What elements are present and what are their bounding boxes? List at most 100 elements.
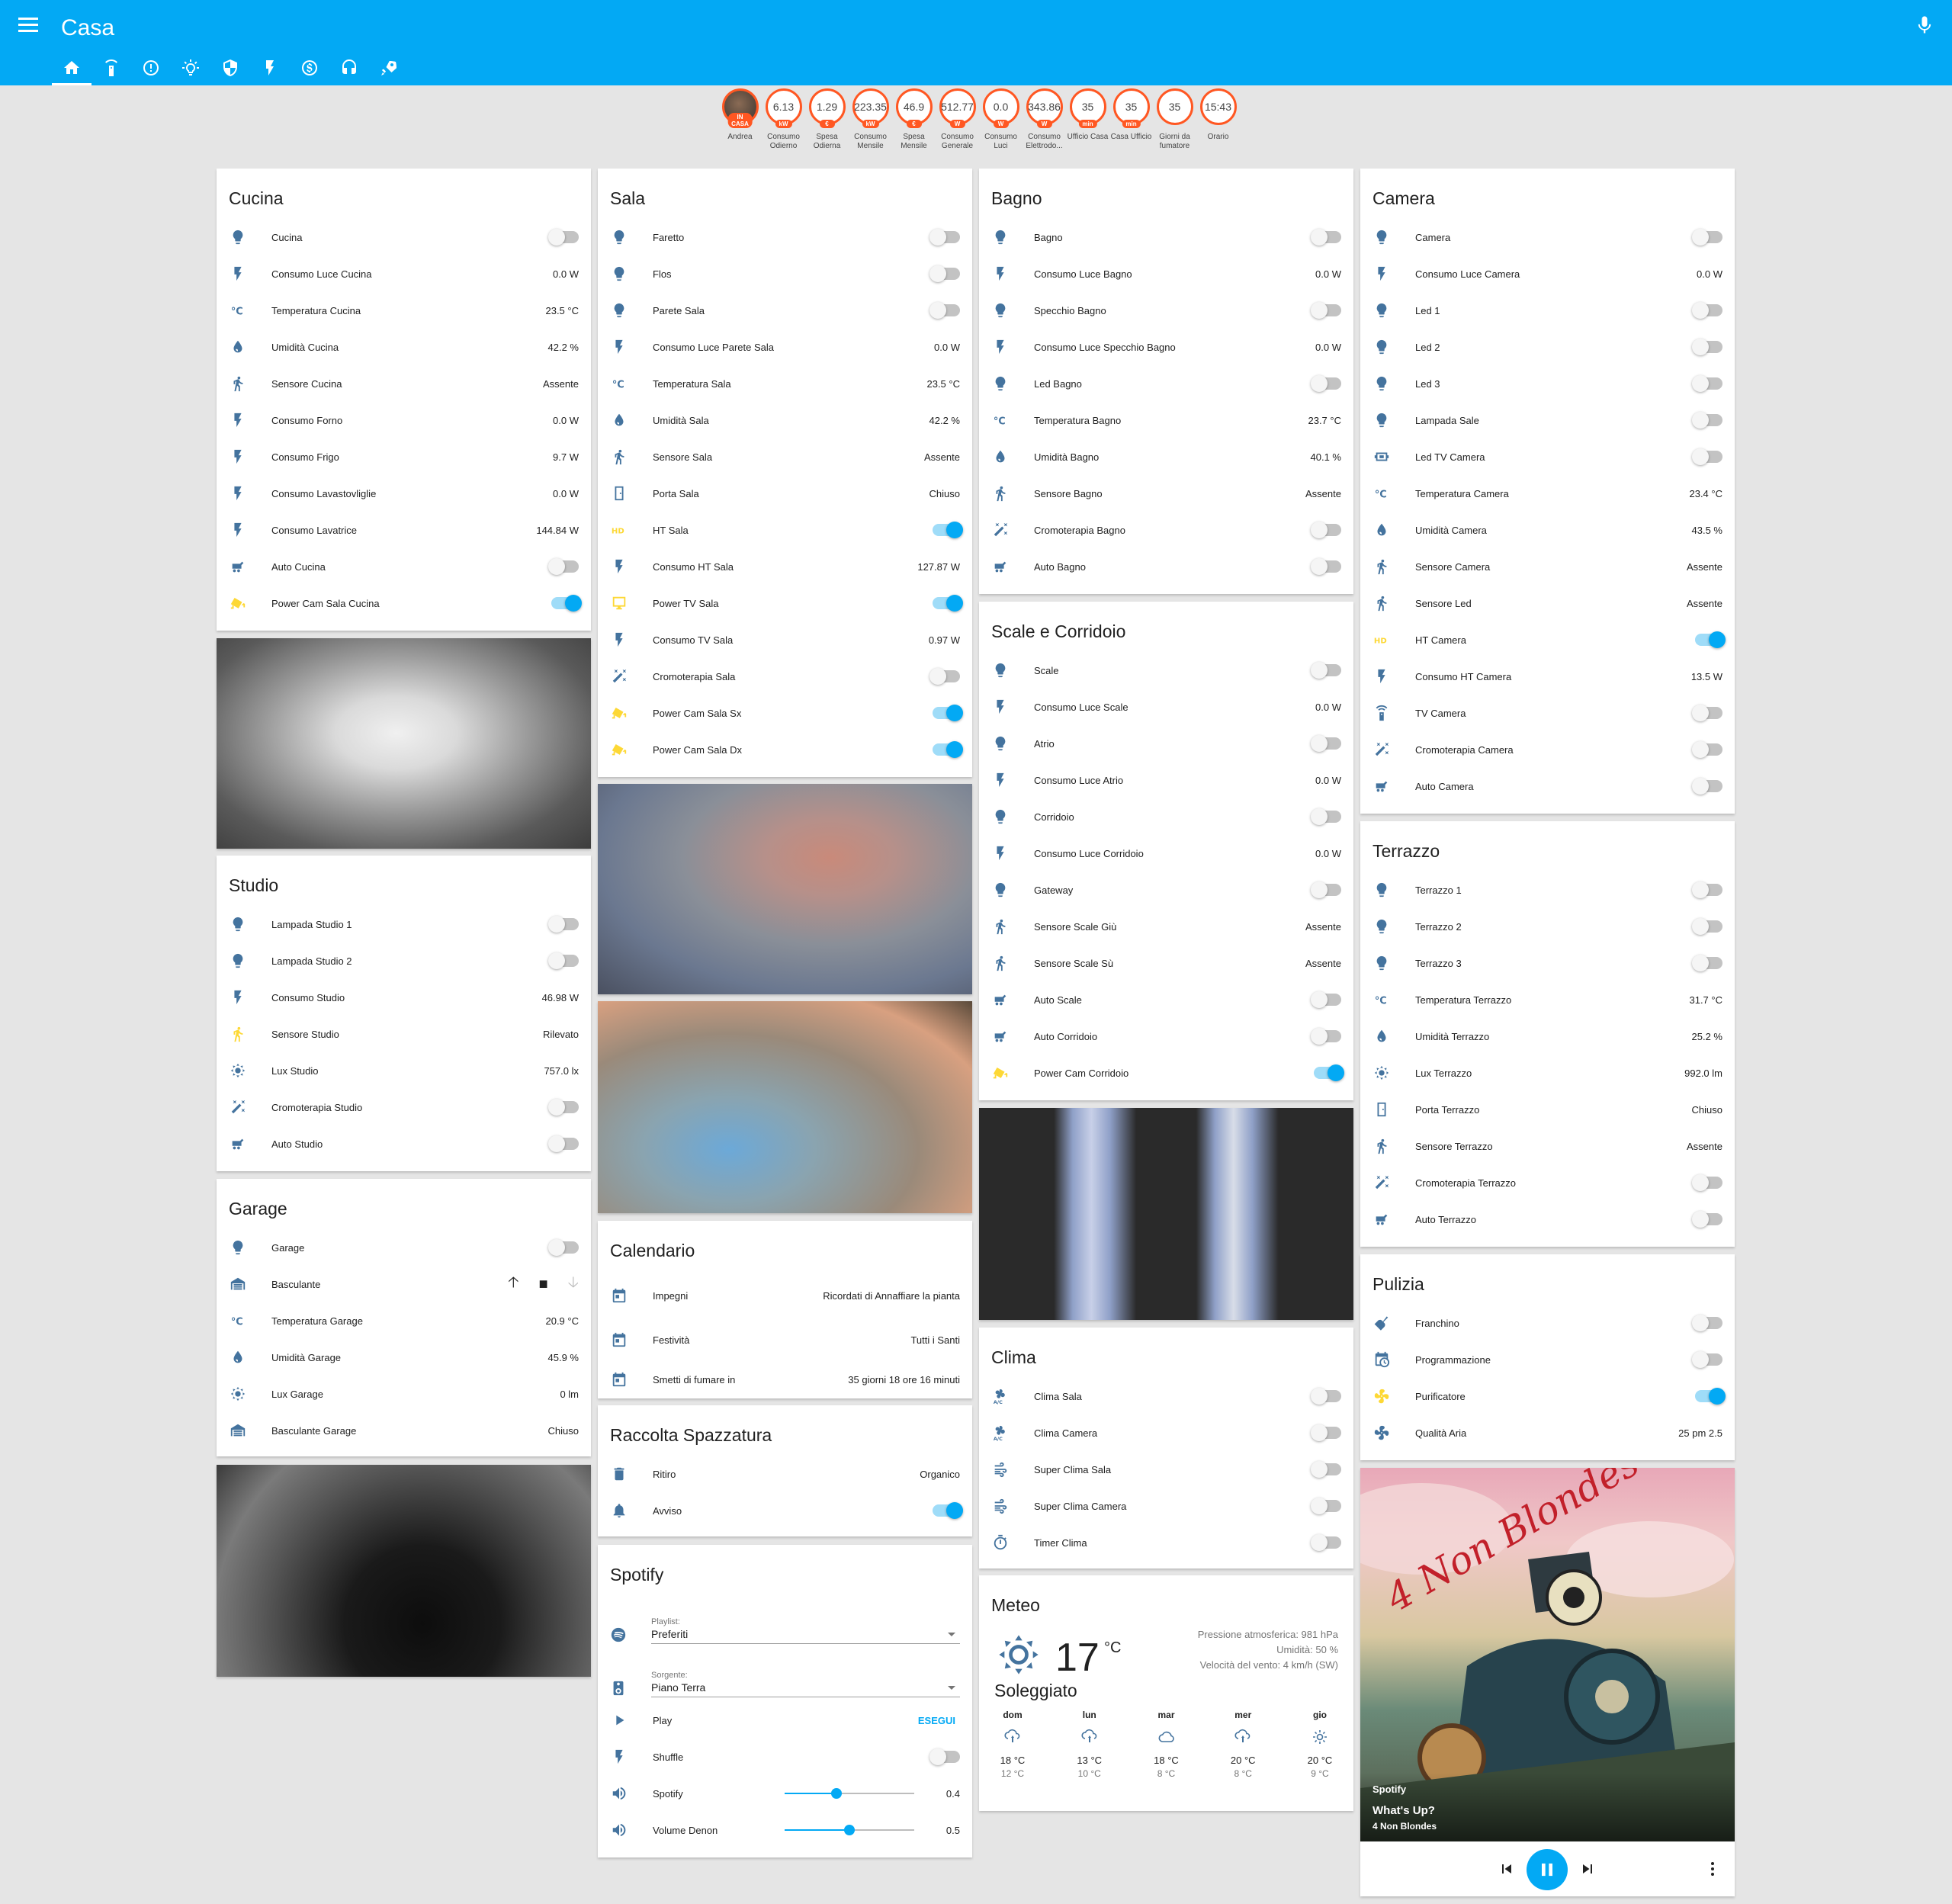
toggle-switch[interactable] xyxy=(1311,1424,1341,1441)
entity-row-parete-sala[interactable]: Parete Sala xyxy=(598,292,972,329)
toggle-switch[interactable] xyxy=(933,1502,963,1519)
toggle-switch[interactable] xyxy=(548,1099,579,1116)
toggle-switch[interactable] xyxy=(1311,1461,1341,1478)
entity-row-umidita-garage[interactable]: Umidità Garage 45.9 % xyxy=(217,1339,591,1376)
toggle-switch[interactable] xyxy=(1311,302,1341,319)
entity-row-consumo-luce-cucina[interactable]: Consumo Luce Cucina 0.0 W xyxy=(217,255,591,292)
state-badge[interactable]: 6.13 kW Consumo Odierno xyxy=(762,88,805,151)
entity-row-festivita[interactable]: Festività Tutti i Santi xyxy=(598,1320,972,1360)
toggle-switch[interactable] xyxy=(933,705,963,721)
entity-row-consumo-lavatrice[interactable]: Consumo Lavatrice 144.84 W xyxy=(217,512,591,548)
entity-row-timer-clima[interactable]: Timer Clima xyxy=(979,1524,1353,1561)
entity-row-ritiro[interactable]: Ritiro Organico xyxy=(598,1456,972,1492)
entity-row-consumo-luce-specchio-bagno[interactable]: Consumo Luce Specchio Bagno 0.0 W xyxy=(979,329,1353,365)
toggle-switch[interactable] xyxy=(548,952,579,969)
state-badge[interactable]: 223.35 kW Consumo Mensile xyxy=(849,88,892,151)
entity-row-corridoio[interactable]: Corridoio xyxy=(979,798,1353,835)
entity-row-umidita-terrazzo[interactable]: Umidità Terrazzo 25.2 % xyxy=(1360,1018,1735,1055)
tab-remote[interactable] xyxy=(92,50,131,85)
entity-row-bagno[interactable]: Bagno xyxy=(979,219,1353,255)
toggle-switch[interactable] xyxy=(1692,302,1722,319)
entity-row-cromoterapia-camera[interactable]: Cromoterapia Camera xyxy=(1360,731,1735,768)
entity-row-temperatura-terrazzo[interactable]: °C Temperatura Terrazzo 31.7 °C xyxy=(1360,981,1735,1018)
state-badge[interactable]: 46.9 € Spesa Mensile xyxy=(892,88,936,151)
toggle-switch[interactable] xyxy=(1692,918,1722,935)
next-track-icon[interactable] xyxy=(1578,1860,1597,1878)
arrow-up-icon[interactable]: 🡡 xyxy=(508,1271,518,1297)
entity-row-sensore-scale-su[interactable]: Sensore Scale Sù Assente xyxy=(979,945,1353,981)
entity-row-specchio-bagno[interactable]: Specchio Bagno xyxy=(979,292,1353,329)
entity-row-flos[interactable]: Flos xyxy=(598,255,972,292)
entity-row-led-3[interactable]: Led 3 xyxy=(1360,365,1735,402)
entity-row-cromoterapia-terrazzo[interactable]: Cromoterapia Terrazzo xyxy=(1360,1164,1735,1201)
toggle-switch[interactable] xyxy=(1311,1534,1341,1551)
entity-row-sensore-led[interactable]: Sensore Led Assente xyxy=(1360,585,1735,621)
entity-row-cromoterapia-sala[interactable]: Cromoterapia Sala xyxy=(598,658,972,695)
entity-row-lampada-studio-2[interactable]: Lampada Studio 2 xyxy=(217,942,591,979)
entity-row-lux-terrazzo[interactable]: Lux Terrazzo 992.0 lm xyxy=(1360,1055,1735,1091)
entity-row-auto-studio[interactable]: Auto Studio xyxy=(217,1125,591,1162)
microphone-icon[interactable] xyxy=(1914,14,1935,37)
entity-row-temperatura-camera[interactable]: °C Temperatura Camera 23.4 °C xyxy=(1360,475,1735,512)
tab-money[interactable] xyxy=(290,50,329,85)
toggle-switch[interactable] xyxy=(933,522,963,538)
entity-row-consumo-luce-bagno[interactable]: Consumo Luce Bagno 0.0 W xyxy=(979,255,1353,292)
state-badge[interactable]: IN CASA Andrea xyxy=(718,88,762,151)
toggle-switch[interactable] xyxy=(548,229,579,246)
state-badge[interactable]: 15:43 Orario xyxy=(1196,88,1240,151)
entity-row-terrazzo-1[interactable]: Terrazzo 1 xyxy=(1360,872,1735,908)
toggle-switch[interactable] xyxy=(548,916,579,933)
entity-row-super-clima-camera[interactable]: Super Clima Camera xyxy=(979,1488,1353,1524)
toggle-switch[interactable] xyxy=(929,1748,960,1765)
entity-row-auto-bagno[interactable]: Auto Bagno xyxy=(979,548,1353,585)
entity-row-umidita-bagno[interactable]: Umidità Bagno 40.1 % xyxy=(979,438,1353,475)
toggle-switch[interactable] xyxy=(929,229,960,246)
entity-row-programmazione[interactable]: Programmazione xyxy=(1360,1341,1735,1378)
toggle-switch[interactable] xyxy=(548,1135,579,1152)
toggle-switch[interactable] xyxy=(1692,1315,1722,1331)
toggle-switch[interactable] xyxy=(1692,339,1722,355)
toggle-switch[interactable] xyxy=(1692,778,1722,795)
camera-feed-sala-sx[interactable] xyxy=(598,784,972,994)
entity-row-consumo-ht-camera[interactable]: Consumo HT Camera 13.5 W xyxy=(1360,658,1735,695)
pause-button[interactable] xyxy=(1527,1849,1568,1890)
entity-row-auto-cucina[interactable]: Auto Cucina xyxy=(217,548,591,585)
entity-row-power-cam-sala-dx[interactable]: Power Cam Sala Dx xyxy=(598,731,972,768)
state-badge[interactable]: 343.86 W Consumo Elettrodo... xyxy=(1023,88,1066,151)
previous-track-icon[interactable] xyxy=(1498,1860,1516,1878)
toggle-switch[interactable] xyxy=(1692,881,1722,898)
state-badge[interactable]: 35 Giorni da fumatore xyxy=(1153,88,1196,151)
toggle-switch[interactable] xyxy=(929,302,960,319)
entity-row-auto-terrazzo[interactable]: Auto Terrazzo xyxy=(1360,1201,1735,1238)
entity-row-porta-sala[interactable]: Porta Sala Chiuso xyxy=(598,475,972,512)
entity-row-consumo-forno[interactable]: Consumo Forno 0.0 W xyxy=(217,402,591,438)
toggle-switch[interactable] xyxy=(1692,412,1722,429)
entity-row-basculante[interactable]: Basculante 🡡 ■ 🡣 xyxy=(217,1266,591,1302)
entity-row-lampada-studio-1[interactable]: Lampada Studio 1 xyxy=(217,906,591,942)
toggle-switch[interactable] xyxy=(1311,522,1341,538)
entity-row-purificatore[interactable]: Purificatore xyxy=(1360,1378,1735,1414)
toggle-switch[interactable] xyxy=(1692,1174,1722,1191)
state-badge[interactable]: 0.0 W Consumo Luci xyxy=(979,88,1023,151)
toggle-switch[interactable] xyxy=(1311,1498,1341,1514)
entity-row-sensore-studio[interactable]: Sensore Studio Rilevato xyxy=(217,1016,591,1052)
entity-row-consumo-luce-atrio[interactable]: Consumo Luce Atrio 0.0 W xyxy=(979,762,1353,798)
entity-row-power-cam-corridoio[interactable]: Power Cam Corridoio xyxy=(979,1055,1353,1091)
entity-row-consumo-ht-sala[interactable]: Consumo HT Sala 127.87 W xyxy=(598,548,972,585)
entity-row-cromoterapia-studio[interactable]: Cromoterapia Studio xyxy=(217,1089,591,1125)
entity-row-temperatura-sala[interactable]: °C Temperatura Sala 23.5 °C xyxy=(598,365,972,402)
entity-row-camera[interactable]: Camera xyxy=(1360,219,1735,255)
entity-row-power-cam-sala-cucina[interactable]: Power Cam Sala Cucina xyxy=(217,585,591,621)
toggle-switch[interactable] xyxy=(1692,1211,1722,1228)
state-badge[interactable]: 512.77 W Consumo Generale xyxy=(936,88,979,151)
tab-headphones[interactable] xyxy=(329,50,369,85)
entity-row-sensore-camera[interactable]: Sensore Camera Assente xyxy=(1360,548,1735,585)
toggle-switch[interactable] xyxy=(1311,558,1341,575)
state-badge[interactable]: 1.29 € Spesa Odierna xyxy=(805,88,849,151)
toggle-switch[interactable] xyxy=(929,265,960,282)
entity-row-led-2[interactable]: Led 2 xyxy=(1360,329,1735,365)
toggle-switch[interactable] xyxy=(1692,1351,1722,1368)
toggle-switch[interactable] xyxy=(1692,741,1722,758)
toggle-switch[interactable] xyxy=(1311,991,1341,1008)
entity-row-auto-scale[interactable]: Auto Scale xyxy=(979,981,1353,1018)
